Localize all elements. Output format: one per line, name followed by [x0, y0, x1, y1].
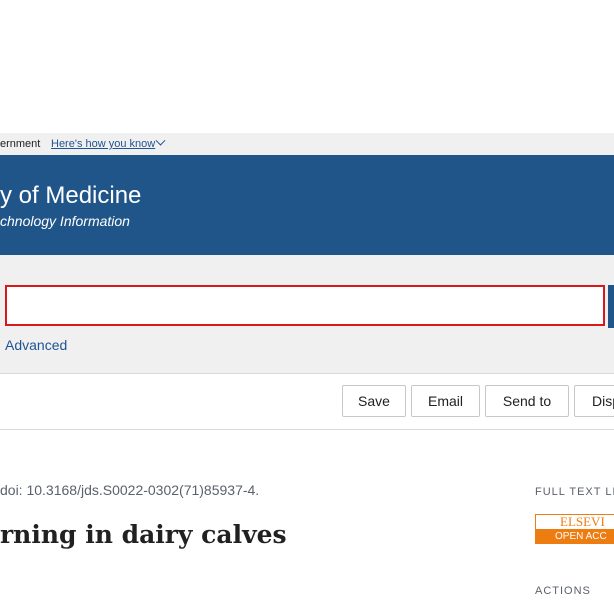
save-button[interactable]: Save [342, 385, 406, 417]
search-input[interactable] [5, 285, 605, 326]
advanced-search-link[interactable]: Advanced [5, 337, 67, 353]
open-access-label: OPEN ACC [535, 530, 614, 544]
elsevier-logo-text: ELSEVI [535, 514, 614, 530]
article-doi: doi: 10.3168/jds.S0022-0302(71)85937-4. [0, 482, 260, 498]
search-area: Advanced [0, 255, 614, 374]
elsevier-open-access-link[interactable]: ELSEVI OPEN ACC [535, 514, 614, 544]
chevron-down-icon [155, 135, 166, 146]
heres-how-you-know-label: Here's how you know [51, 138, 156, 150]
full-text-links-heading: FULL TEXT LIN [535, 486, 614, 498]
ncbi-subtitle: chnology Information [0, 213, 130, 229]
actions-heading: ACTIONS [535, 585, 591, 597]
display-options-button[interactable]: Disp [574, 385, 614, 417]
search-button-edge[interactable] [608, 285, 614, 328]
email-button[interactable]: Email [411, 385, 480, 417]
article-title: rning in dairy calves [0, 520, 287, 549]
heres-how-you-know-link[interactable]: Here's how you know [51, 135, 166, 150]
send-to-button[interactable]: Send to [485, 385, 569, 417]
nlm-title[interactable]: y of Medicine [0, 182, 141, 210]
gov-banner: ernment Here's how you know [0, 133, 614, 155]
site-header: y of Medicine chnology Information [0, 155, 614, 255]
gov-banner-text: ernment [0, 138, 41, 150]
toolbar-divider [0, 429, 614, 430]
